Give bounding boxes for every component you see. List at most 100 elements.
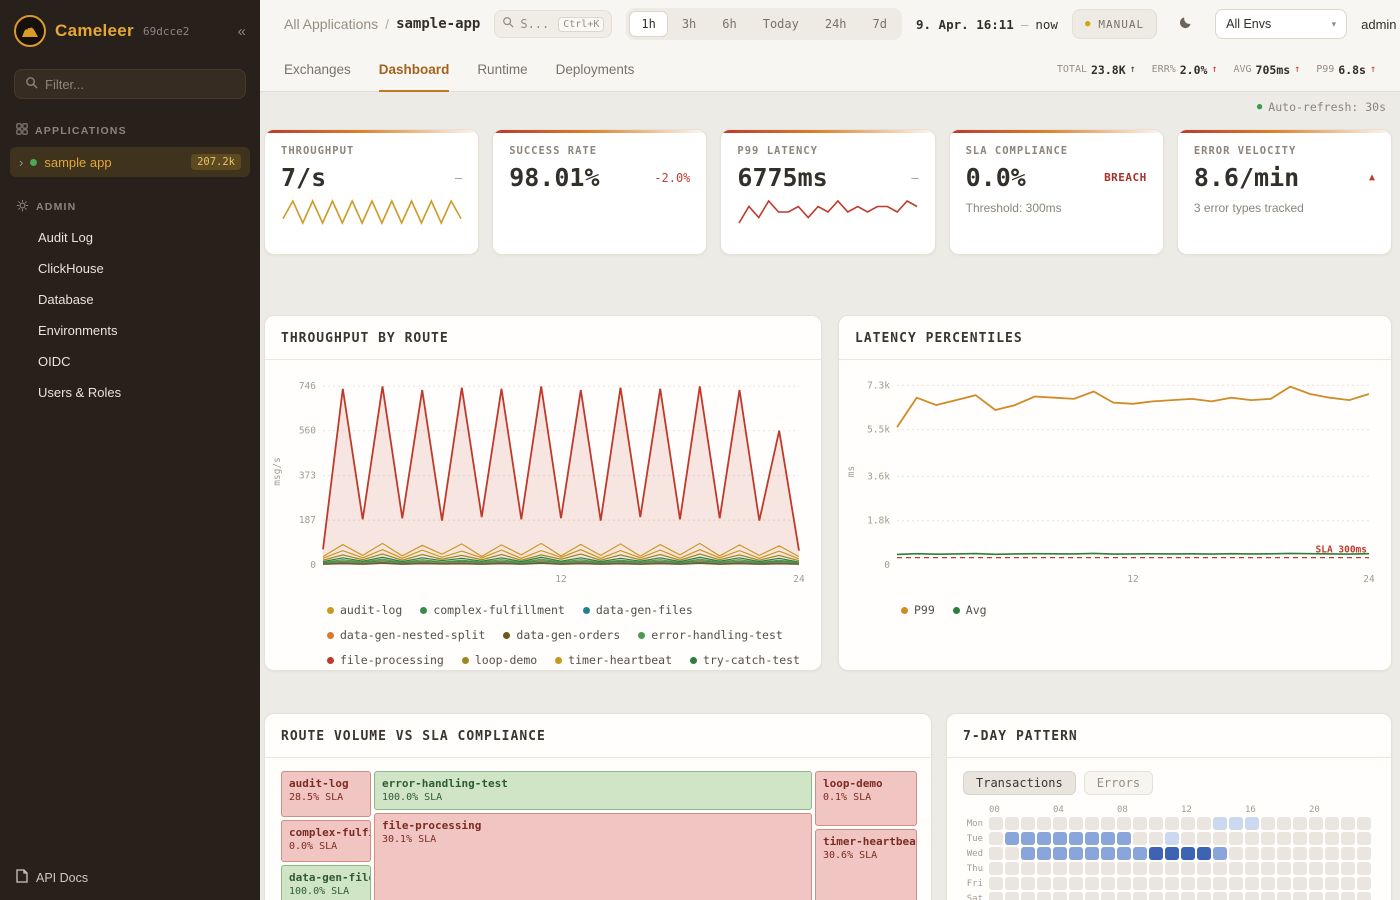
svg-text:5.5k: 5.5k — [867, 425, 890, 436]
tab-deployments[interactable]: Deployments — [556, 49, 635, 92]
sidebar-collapse-button[interactable]: « — [238, 23, 246, 40]
heatmap-cell — [1117, 862, 1131, 875]
heatmap-cell — [1277, 832, 1291, 845]
time-range-3h[interactable]: 3h — [670, 11, 708, 37]
pattern-toggle-group: Transactions Errors — [963, 771, 1375, 795]
heatmap-cell — [1197, 862, 1211, 875]
kpi-label: ERROR VELOCITY — [1194, 145, 1375, 157]
heatmap-cell — [1197, 877, 1211, 890]
tab-dashboard[interactable]: Dashboard — [379, 49, 450, 92]
throughput-by-route-panel: THROUGHPUT BY ROUTE 01873735607461224msg… — [264, 315, 822, 671]
api-docs-link[interactable]: API Docs — [16, 869, 88, 886]
search-icon — [25, 76, 38, 92]
heatmap-cell — [1341, 862, 1355, 875]
tab-exchanges[interactable]: Exchanges — [284, 49, 351, 92]
heatmap-cell — [1037, 892, 1051, 900]
tab-runtime[interactable]: Runtime — [477, 49, 527, 92]
sidebar: Cameleer 69dcce2 « Filter... APPLICATION… — [0, 0, 260, 900]
manual-status-dot: ● — [1085, 19, 1091, 29]
svg-text:1.8k: 1.8k — [867, 516, 890, 527]
heatmap-cell — [1149, 817, 1163, 830]
sidebar-item-environments[interactable]: Environments — [0, 315, 260, 346]
treemap-node-audit-log[interactable]: audit-log28.5% SLA — [281, 771, 371, 817]
heatmap-cell — [989, 832, 1003, 845]
heatmap-cell — [1229, 892, 1243, 900]
heatmap-cell — [1085, 862, 1099, 875]
sidebar-item-sample-app[interactable]: › sample app 207.2k — [10, 147, 250, 177]
heatmap-cell — [1053, 847, 1067, 860]
legend-data-gen-files: data-gen-files — [583, 603, 693, 617]
applications-icon — [16, 123, 28, 138]
user-menu[interactable]: admin — [1361, 17, 1396, 32]
heatmap-cell — [1133, 832, 1147, 845]
time-range-group: 1h3h6hToday24h7d — [626, 8, 902, 40]
date-range-separator: — — [1021, 17, 1029, 32]
treemap-node-loop-demo[interactable]: loop-demo0.1% SLA — [815, 771, 917, 826]
time-range-7d[interactable]: 7d — [861, 11, 899, 37]
heatmap-cell — [1197, 832, 1211, 845]
svg-text:746: 746 — [299, 381, 316, 392]
legend-try-catch-test: try-catch-test — [690, 653, 800, 667]
sidebar-item-oidc[interactable]: OIDC — [0, 346, 260, 377]
heatmap-cell — [1101, 862, 1115, 875]
breadcrumb-all-applications[interactable]: All Applications — [284, 16, 378, 32]
time-range-24h[interactable]: 24h — [813, 11, 859, 37]
heatmap-cell — [1245, 892, 1259, 900]
heatmap-cell — [1293, 847, 1307, 860]
heatmap-cell — [1277, 817, 1291, 830]
svg-text:24: 24 — [1363, 574, 1375, 585]
toggle-errors[interactable]: Errors — [1084, 771, 1153, 795]
treemap-node-file-processing[interactable]: file-processing30.1% SLA — [374, 813, 812, 900]
sidebar-filter-input[interactable]: Filter... — [14, 69, 246, 99]
stats-row: TOTAL23.8K↑ERR%2.0%↑AVG705ms↑P996.8s↑ — [1057, 63, 1376, 77]
date-range-start: 9. Apr. 16:11 — [916, 17, 1014, 32]
date-range[interactable]: 9. Apr. 16:11 — now — [916, 17, 1058, 32]
kpi-subtext: Threshold: 300ms — [966, 201, 1147, 215]
dark-mode-toggle[interactable] — [1171, 9, 1201, 39]
heatmap-cell — [1149, 892, 1163, 900]
heatmap-cell — [1181, 817, 1195, 830]
sidebar-item-users-roles[interactable]: Users & Roles — [0, 377, 260, 408]
sidebar-item-database[interactable]: Database — [0, 284, 260, 315]
app-version: 69dcce2 — [143, 25, 189, 38]
manual-refresh-button[interactable]: ● MANUAL — [1072, 9, 1157, 39]
heatmap-cell — [1005, 847, 1019, 860]
sidebar-item-clickhouse[interactable]: ClickHouse — [0, 253, 260, 284]
treemap-node-error-handling-test[interactable]: error-handling-test100.0% SLA — [374, 771, 812, 810]
search-input[interactable]: S... Ctrl+K — [494, 10, 612, 38]
sidebar-item-audit-log[interactable]: Audit Log — [0, 222, 260, 253]
heatmap-cell — [1357, 892, 1371, 900]
kpi-label: SUCCESS RATE — [509, 145, 690, 157]
legend-avg: Avg — [953, 603, 987, 617]
treemap-node-timer-heartbeat[interactable]: timer-heartbeat30.6% SLA — [815, 829, 917, 900]
heatmap-cell — [1261, 862, 1275, 875]
legend-loop-demo: loop-demo — [462, 653, 537, 667]
environment-select[interactable]: All Envs ▾ — [1215, 9, 1347, 39]
time-range-today[interactable]: Today — [751, 11, 811, 37]
stat-err: ERR%2.0%↑ — [1152, 63, 1218, 77]
time-range-6h[interactable]: 6h — [710, 11, 748, 37]
api-docs-label: API Docs — [36, 871, 88, 885]
treemap-node-data-gen-files[interactable]: data-gen-files100.0% SLA — [281, 865, 371, 900]
heatmap-cell — [1261, 892, 1275, 900]
filter-placeholder: Filter... — [45, 77, 84, 92]
kpi-value: 98.01% — [509, 163, 599, 192]
heatmap-cell — [1213, 832, 1227, 845]
heatmap-cell — [1117, 892, 1131, 900]
heatmap-cell — [1085, 847, 1099, 860]
environment-value: All Envs — [1226, 17, 1271, 31]
heatmap-cell — [1005, 877, 1019, 890]
time-range-1h[interactable]: 1h — [629, 11, 667, 37]
treemap-node-complex-fulfil[interactable]: complex-fulfil...0.0% SLA — [281, 820, 371, 862]
heatmap-cell — [1149, 847, 1163, 860]
kpi-value: 7/s — [281, 163, 326, 192]
heatmap-cell — [1293, 832, 1307, 845]
heatmap-cell — [1085, 877, 1099, 890]
svg-text:560: 560 — [299, 426, 316, 437]
heatmap-cell — [1277, 847, 1291, 860]
toggle-transactions[interactable]: Transactions — [963, 771, 1076, 795]
svg-text:7.3k: 7.3k — [867, 380, 890, 391]
heatmap-cell — [1341, 877, 1355, 890]
heatmap-cell — [1293, 862, 1307, 875]
legend-audit-log: audit-log — [327, 603, 402, 617]
